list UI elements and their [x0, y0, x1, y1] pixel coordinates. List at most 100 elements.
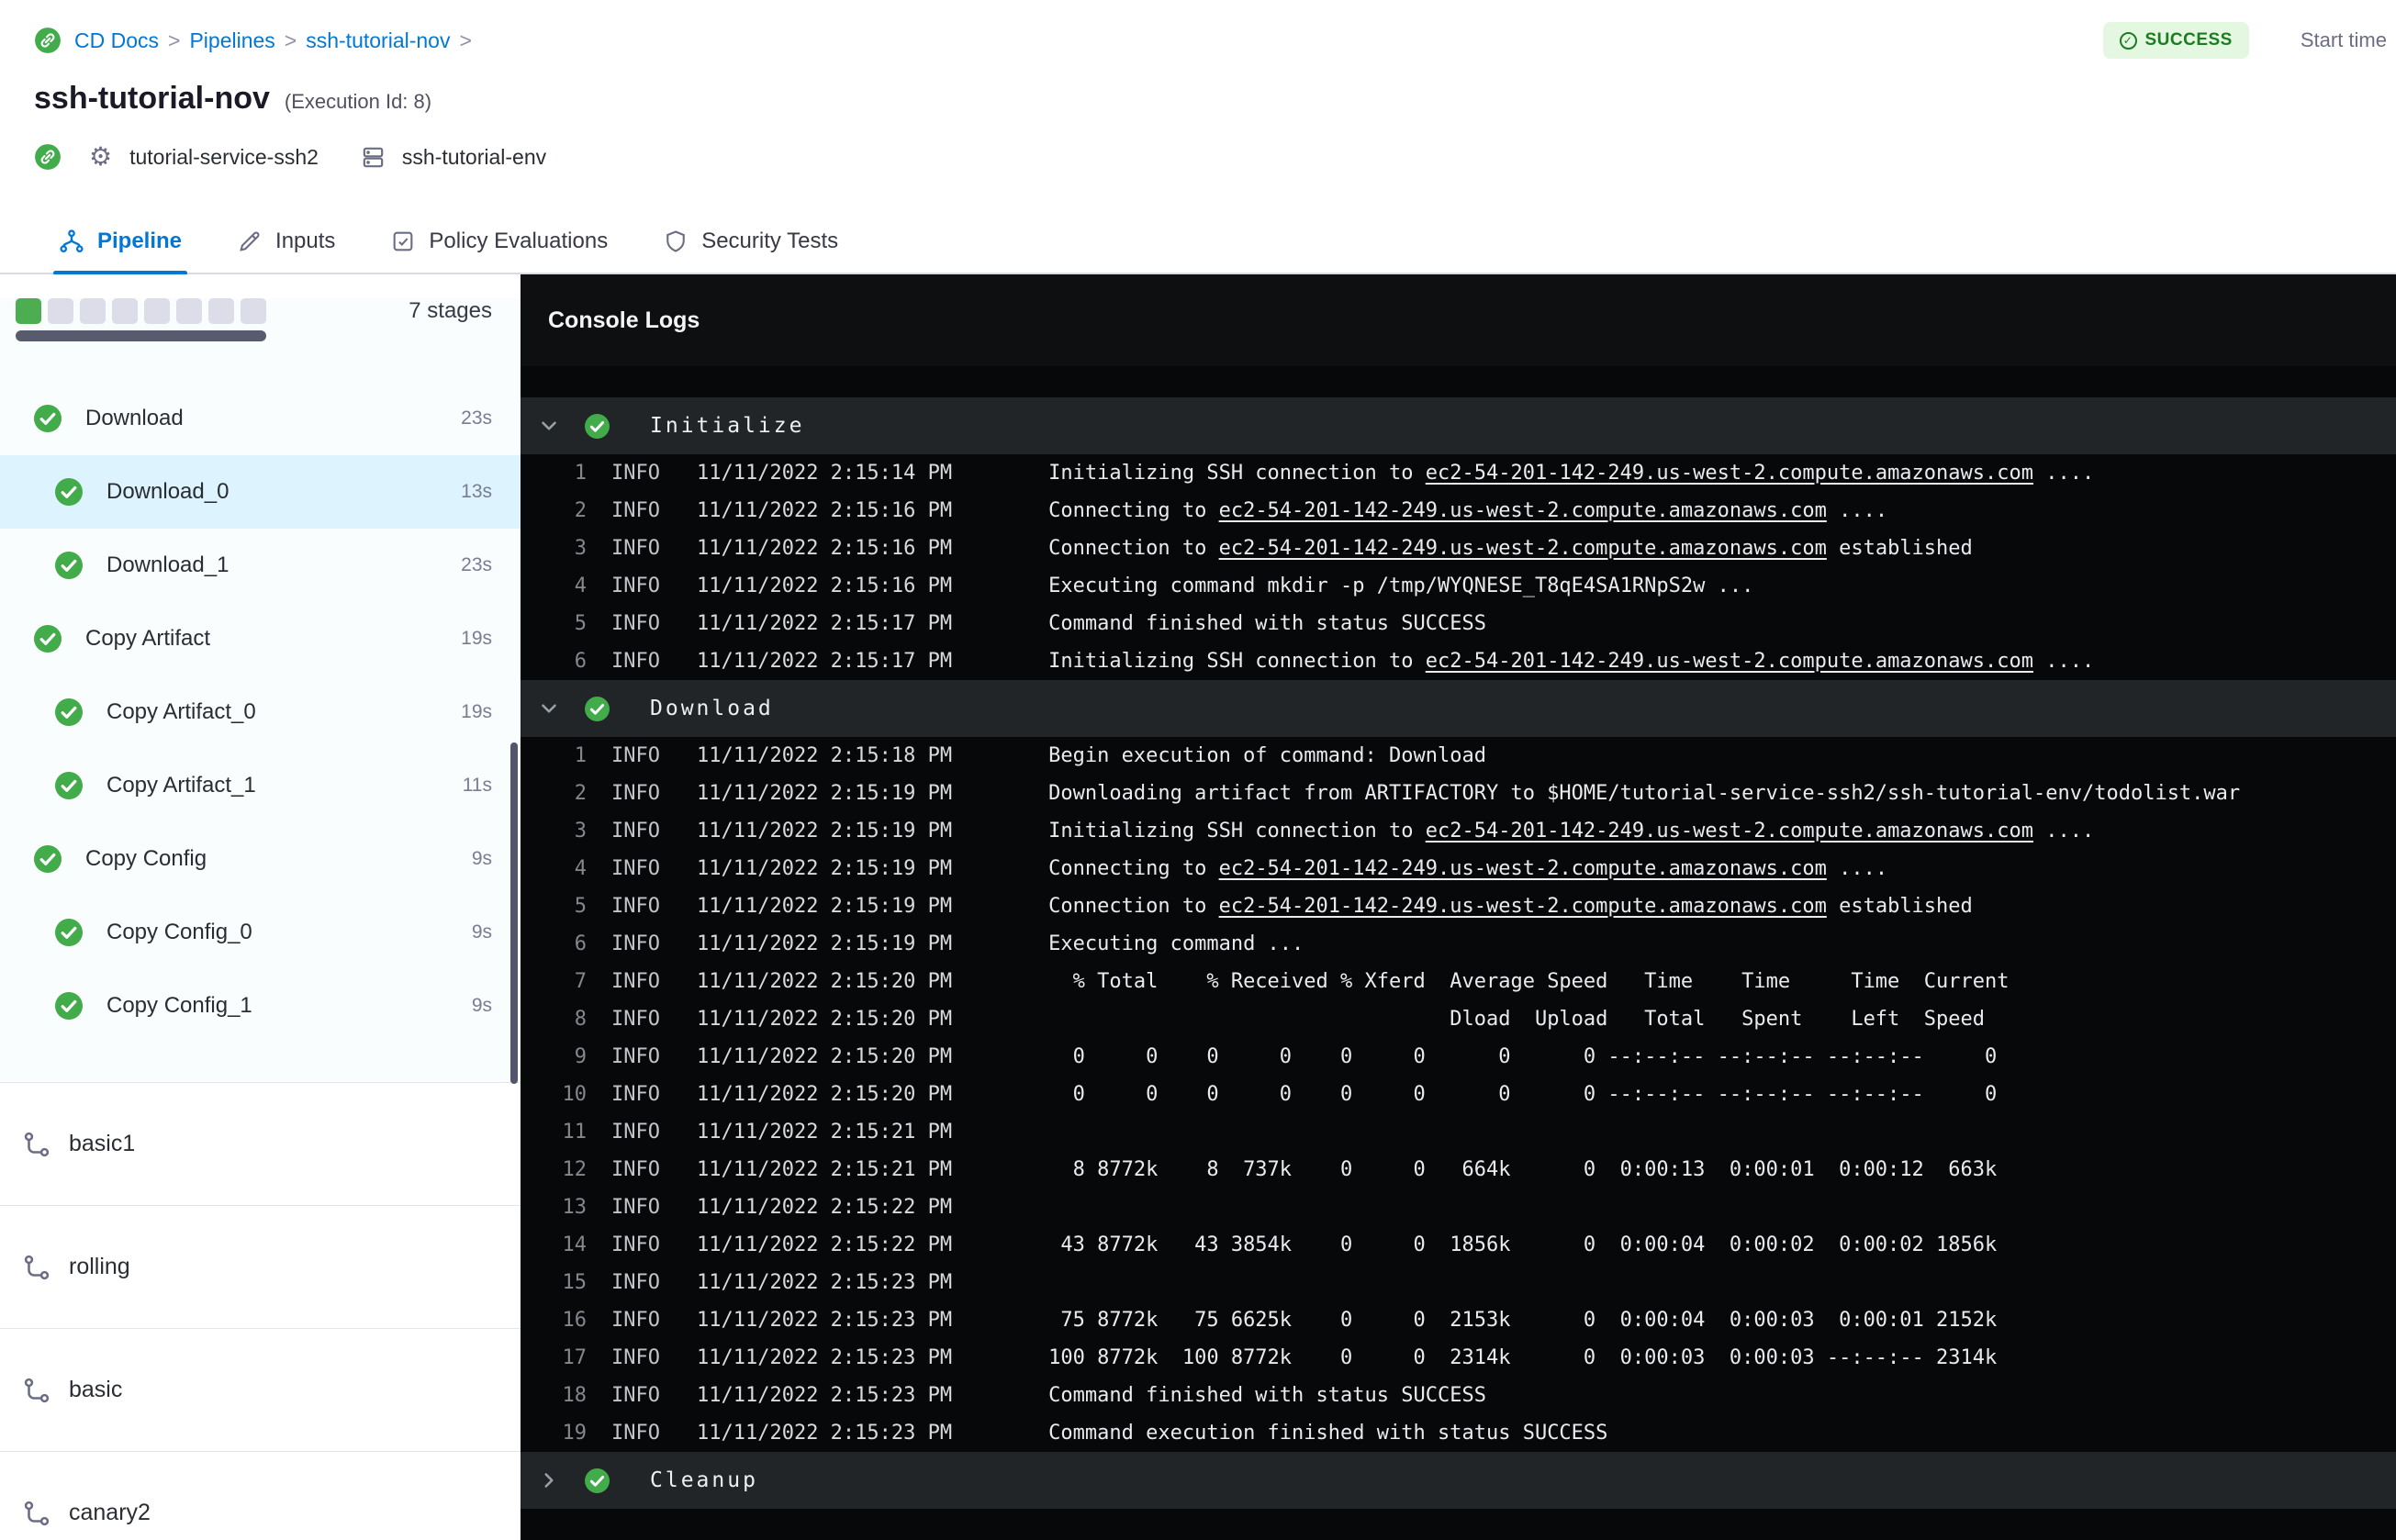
- log-line: 4 INFO 11/11/2022 2:15:16 PM Executing comm…: [521, 567, 2396, 605]
- log-timestamp: 11/11/2022 2:15:21 PM: [696, 1121, 953, 1144]
- stage-step-duration: 11s: [462, 775, 492, 796]
- log-level: INFO: [611, 1309, 660, 1332]
- log-timestamp: 11/11/2022 2:15:19 PM: [696, 857, 953, 880]
- tab-label: Inputs: [275, 229, 336, 253]
- progress-square[interactable]: [176, 298, 202, 324]
- log-section: Initialize 1 INFO 11/11/2022 2:15:14 PM Ini…: [521, 397, 2396, 680]
- log-level: INFO: [611, 970, 660, 993]
- page-header: CD Docs > Pipelines > ssh-tutorial-nov > ✓ SU…: [0, 0, 2396, 275]
- environment-icon: [360, 144, 386, 171]
- breadcrumb-link[interactable]: CD Docs: [74, 28, 159, 52]
- stage-step[interactable]: Copy Artifact_1 11s: [0, 749, 521, 822]
- stage-step-label: Download_1: [106, 552, 230, 577]
- success-check-icon: [34, 845, 62, 873]
- log-message: Connecting to ec2-54-201-142-249.us-west…: [1048, 499, 1888, 522]
- log-level: INFO: [611, 1233, 660, 1256]
- log-level: INFO: [611, 1384, 660, 1407]
- progress-square[interactable]: [16, 298, 41, 324]
- sidebar-scrollbar[interactable]: [510, 742, 518, 1084]
- progress-square[interactable]: [80, 298, 106, 324]
- stage-step[interactable]: Copy Config_0 9s: [0, 896, 521, 969]
- log-viewport[interactable]: Initialize 1 INFO 11/11/2022 2:15:14 PM Ini…: [521, 366, 2396, 1540]
- stage-step[interactable]: Download_1 23s: [0, 529, 521, 602]
- log-line: 18 INFO 11/11/2022 2:15:23 PM Command finis…: [521, 1377, 2396, 1414]
- log-level: INFO: [611, 537, 660, 560]
- stage-step[interactable]: Copy Config 9s: [0, 822, 521, 896]
- stage-step[interactable]: Download_0 13s: [0, 455, 521, 529]
- tab-policy-evaluations[interactable]: Policy Evaluations: [385, 209, 613, 273]
- log-line-number: 8: [574, 1008, 587, 1031]
- breadcrumb-separator: >: [459, 28, 472, 52]
- success-check-icon: [34, 405, 62, 432]
- log-timestamp: 11/11/2022 2:15:20 PM: [696, 1083, 953, 1106]
- progress-square[interactable]: [48, 298, 73, 324]
- log-line-number: 16: [562, 1309, 588, 1332]
- log-message: Initializing SSH connection to ec2-54-20…: [1048, 820, 2095, 843]
- log-section-header[interactable]: Initialize: [521, 397, 2396, 454]
- title-row: ssh-tutorial-nov (Execution Id: 8): [0, 81, 2396, 117]
- log-section: Download 1 INFO 11/11/2022 2:15:18 PM Begin…: [521, 680, 2396, 1452]
- progress-square[interactable]: [208, 298, 234, 324]
- log-line-number: 1: [574, 744, 587, 767]
- stage-list-item[interactable]: rolling: [0, 1206, 521, 1329]
- chevron-down-icon[interactable]: [537, 697, 561, 720]
- log-message: Initializing SSH connection to ec2-54-20…: [1048, 462, 2095, 485]
- log-line-number: 19: [562, 1422, 588, 1445]
- log-message: Command execution finished with status S…: [1048, 1422, 1608, 1445]
- stage-step[interactable]: Download 23s: [0, 382, 521, 455]
- log-line: 12 INFO 11/11/2022 2:15:21 PM 8 8772k 8 73…: [521, 1151, 2396, 1188]
- stage-list-item[interactable]: basic1: [0, 1083, 521, 1206]
- log-message: 75 8772k 75 6625k 0 0 2153k 0 0:00:04 0:…: [1048, 1309, 1998, 1332]
- log-line-number: 4: [574, 857, 587, 880]
- success-check-icon: [585, 413, 610, 439]
- log-line: 7 INFO 11/11/2022 2:15:20 PM % Total % Rec…: [521, 963, 2396, 1000]
- log-line-number: 6: [574, 932, 587, 955]
- tab-inputs[interactable]: Inputs: [231, 209, 341, 273]
- log-timestamp: 11/11/2022 2:15:19 PM: [696, 932, 953, 955]
- success-check-icon: ✓: [2119, 31, 2137, 50]
- log-line: 1 INFO 11/11/2022 2:15:14 PM Initializing S…: [521, 454, 2396, 492]
- tab-bar: Pipeline Inputs Policy Evaluations Secur…: [0, 209, 2396, 275]
- log-section-lines: 1 INFO 11/11/2022 2:15:14 PM Initializing S…: [521, 454, 2396, 680]
- pipeline-icon: [59, 229, 84, 254]
- stage-step[interactable]: Copy Artifact 19s: [0, 602, 521, 675]
- log-level: INFO: [611, 1083, 660, 1106]
- stage-step-label: Copy Config: [85, 846, 207, 871]
- log-level: INFO: [611, 782, 660, 805]
- log-timestamp: 11/11/2022 2:15:17 PM: [696, 612, 953, 635]
- stage-step[interactable]: Copy Config_1 9s: [0, 969, 521, 1043]
- log-timestamp: 11/11/2022 2:15:23 PM: [696, 1422, 953, 1445]
- log-level: INFO: [611, 857, 660, 880]
- breadcrumb-separator: >: [284, 28, 297, 52]
- stage-step[interactable]: Copy Artifact_0 19s: [0, 675, 521, 749]
- progress-square[interactable]: [144, 298, 170, 324]
- log-section-title: Cleanup: [650, 1468, 758, 1492]
- stage-list-item[interactable]: basic: [0, 1329, 521, 1452]
- pipeline-icon: [21, 1498, 52, 1529]
- chevron-down-icon[interactable]: [537, 414, 561, 438]
- log-level: INFO: [611, 462, 660, 485]
- progress-scrollbar[interactable]: [16, 330, 266, 341]
- log-message: Connecting to ec2-54-201-142-249.us-west…: [1048, 857, 1888, 880]
- stage-step-label: Copy Artifact_0: [106, 699, 256, 724]
- progress-square[interactable]: [241, 298, 266, 324]
- breadcrumb-link[interactable]: Pipelines: [189, 28, 274, 52]
- breadcrumb-link[interactable]: ssh-tutorial-nov: [306, 28, 450, 52]
- tab-security-tests[interactable]: Security Tests: [657, 209, 844, 273]
- progress-square[interactable]: [112, 298, 138, 324]
- chevron-right-icon[interactable]: [537, 1468, 561, 1492]
- stage-step-label: Copy Artifact_1: [106, 773, 256, 798]
- log-line: 2 INFO 11/11/2022 2:15:16 PM Connecting to …: [521, 492, 2396, 530]
- stage-step-label: Download: [85, 406, 184, 430]
- log-level: INFO: [611, 1422, 660, 1445]
- stage-list-item[interactable]: canary2: [0, 1452, 521, 1540]
- service-name[interactable]: tutorial-service-ssh2: [129, 145, 319, 170]
- log-section-header[interactable]: Download: [521, 680, 2396, 737]
- log-timestamp: 11/11/2022 2:15:23 PM: [696, 1271, 953, 1294]
- tab-pipeline[interactable]: Pipeline: [53, 209, 188, 275]
- log-timestamp: 11/11/2022 2:15:23 PM: [696, 1346, 953, 1369]
- tab-label: Security Tests: [701, 229, 839, 253]
- log-section-lines: 1 INFO 11/11/2022 2:15:18 PM Begin executio…: [521, 737, 2396, 1452]
- environment-name[interactable]: ssh-tutorial-env: [402, 145, 546, 170]
- log-section-header[interactable]: Cleanup: [521, 1452, 2396, 1509]
